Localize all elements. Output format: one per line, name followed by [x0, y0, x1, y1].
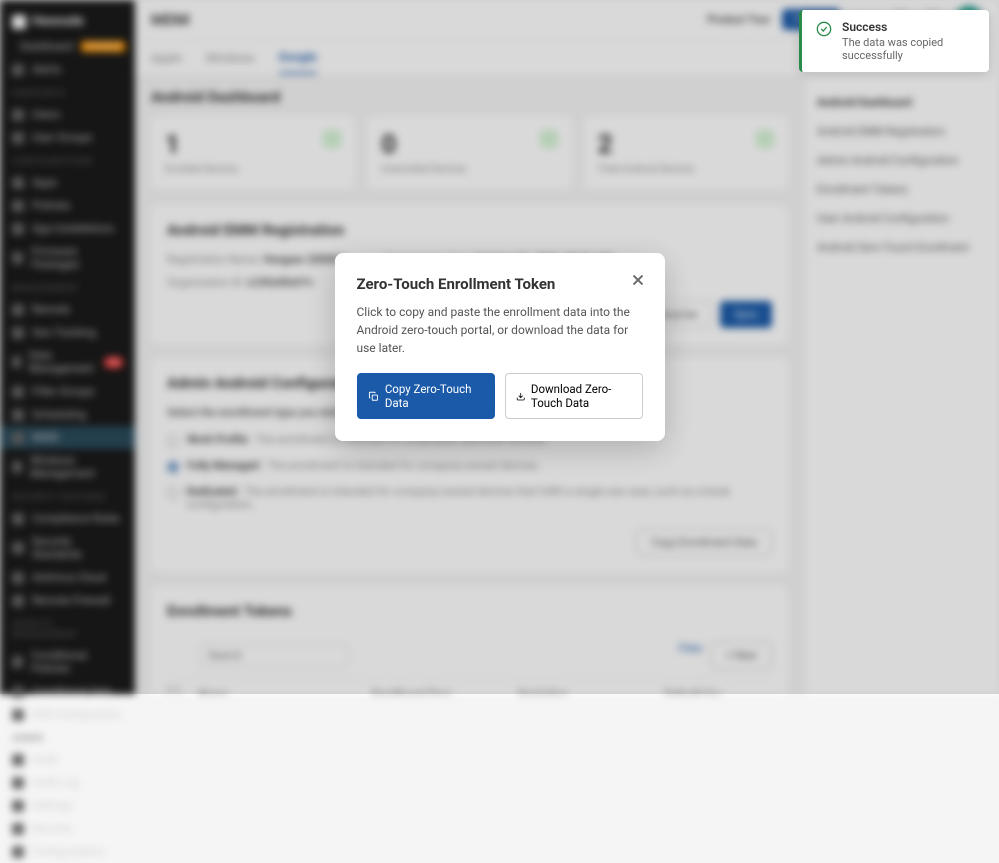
modal-overlay[interactable]: Zero-Touch Enrollment Token Click to cop…	[0, 0, 999, 694]
configs-icon	[12, 846, 24, 858]
audit-icon	[12, 754, 24, 766]
modal-title: Zero-Touch Enrollment Token	[357, 275, 643, 293]
copy-icon	[368, 390, 379, 403]
settings-icon	[12, 800, 24, 812]
sidebar-item-settings[interactable]: Settings	[0, 794, 135, 817]
zero-touch-modal: Zero-Touch Enrollment Token Click to cop…	[335, 253, 665, 441]
success-icon	[816, 21, 832, 41]
download-icon	[516, 390, 525, 403]
close-icon[interactable]	[629, 271, 647, 293]
toast-title: Success	[842, 20, 975, 34]
copy-zero-touch-button[interactable]: Copy Zero-Touch Data	[357, 373, 495, 419]
sidebar-item-audit[interactable]: Audit	[0, 748, 135, 771]
sso-icon	[12, 709, 24, 721]
success-toast: Success The data was copied successfully	[799, 10, 989, 72]
sidebar-item-sso[interactable]: SSO Configuration	[0, 703, 135, 726]
modal-body: Click to copy and paste the enrollment d…	[357, 303, 643, 357]
toast-message: The data was copied successfully	[842, 36, 975, 62]
sidebar-item-audit-log[interactable]: Audit Log	[0, 771, 135, 794]
sidebar-item-security[interactable]: Security	[0, 817, 135, 840]
audit-log-icon	[12, 777, 24, 789]
section-admin: ADMIN	[0, 726, 135, 748]
sidebar-item-configs[interactable]: Configurations	[0, 840, 135, 863]
security-icon	[12, 823, 24, 835]
download-zero-touch-button[interactable]: Download Zero-Touch Data	[505, 373, 643, 419]
